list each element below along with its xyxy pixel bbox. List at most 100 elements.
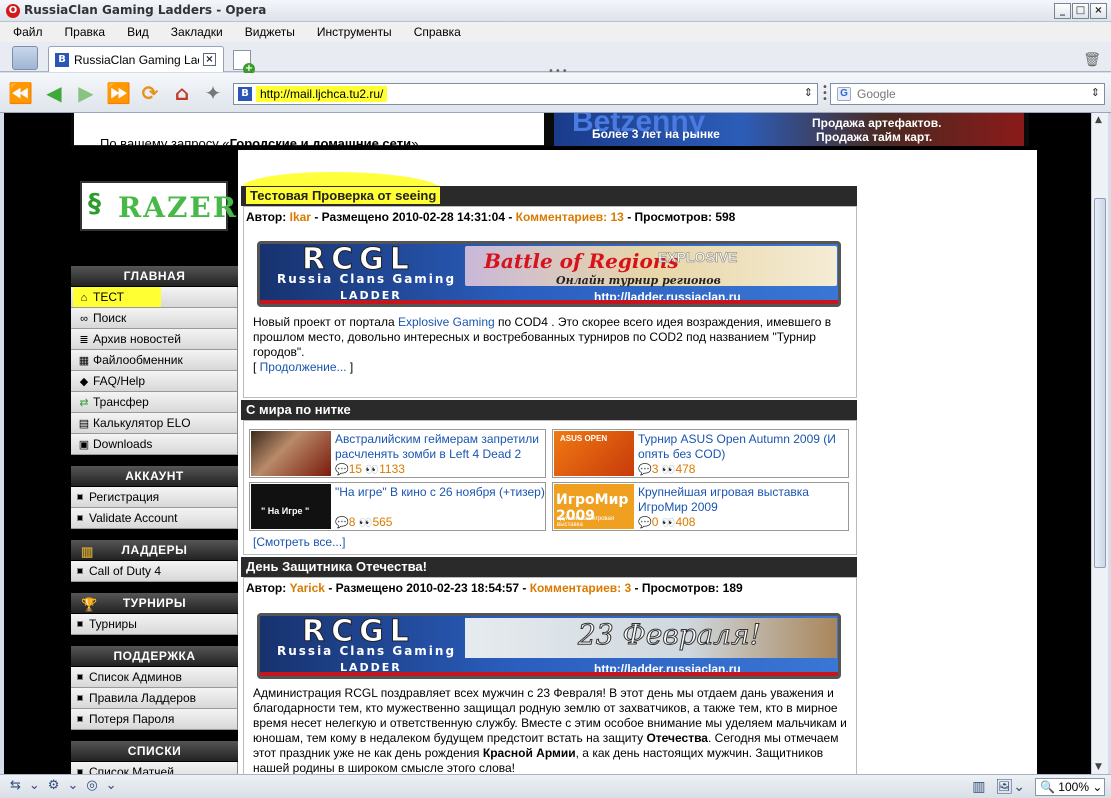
post-title[interactable]: Тестовая Проверка от seeing: [241, 186, 857, 206]
fast-forward-icon[interactable]: ⏩: [106, 81, 131, 105]
post-title-text[interactable]: Тестовая Проверка от seeing: [246, 187, 441, 204]
minimize-button[interactable]: _: [1054, 3, 1071, 19]
see-all-link[interactable]: [Смотреть все...]: [253, 535, 849, 550]
maximize-button[interactable]: □: [1072, 3, 1089, 19]
sidebar-item-tournaments[interactable]: Турниры: [71, 614, 238, 635]
sidebar-item-label: Call of Duty 4: [89, 564, 162, 578]
scroll-up-icon[interactable]: ▲: [1095, 115, 1102, 125]
post-date: - Размещено 2010-02-28 14:31:04 -: [314, 210, 513, 224]
zoom-icon: 🔍: [1040, 780, 1055, 794]
opera-logo-icon: O: [6, 4, 20, 18]
comments-link[interactable]: Комментариев: 13: [516, 210, 624, 224]
sidebar-item-downloads[interactable]: ▣ Downloads: [71, 434, 238, 455]
menu-help[interactable]: Справка: [414, 25, 461, 39]
trash-icon[interactable]: 🗑: [1083, 52, 1101, 68]
title-bar: O RussiaClan Gaming Ladders - Opera _ □ …: [0, 0, 1111, 22]
search-dropdown-icon[interactable]: ⇕: [1091, 86, 1100, 99]
ad-text-bold[interactable]: Городские и домашние сети: [230, 136, 412, 151]
sidebar-item-registration[interactable]: Регистрация: [71, 487, 238, 508]
rcgl-banner[interactable]: Battle of Regions Онлайн турнир регионов…: [257, 241, 841, 307]
page-layout-icon[interactable]: ▥: [972, 779, 985, 795]
author-link[interactable]: Ikar: [290, 210, 311, 224]
sidebar-item-search[interactable]: ∞ Поиск: [71, 308, 238, 329]
sidebar-item-match-list[interactable]: Список Матчей: [71, 762, 238, 774]
address-field[interactable]: B http://mail.ljchca.tu2.ru/ ⇕: [233, 83, 818, 105]
section-header-account: АККАУНТ: [71, 466, 238, 486]
menu-edit[interactable]: Правка: [65, 25, 106, 39]
comments-icon: 💬: [335, 464, 349, 476]
views-icon: 👀: [365, 464, 380, 476]
news-views: 565: [372, 515, 393, 529]
comments-link[interactable]: Комментариев: 3: [530, 581, 631, 595]
status-tools-icons[interactable]: ⇆⌄⚙⌄◎⌄: [10, 778, 125, 793]
scrollbar-thumb[interactable]: [1094, 198, 1106, 568]
back-icon[interactable]: ◀: [42, 81, 66, 105]
bracket: ]: [346, 360, 354, 374]
banner-ad[interactable]: Betzenny Более 3 лет на рынке Продажа ар…: [554, 113, 1024, 146]
menu-view[interactable]: Вид: [127, 25, 149, 39]
sidebar-item-transfer[interactable]: ⇄ Трансфер: [71, 392, 238, 413]
reload-icon[interactable]: ⟳: [138, 81, 162, 105]
sidebar-item-elo-calculator[interactable]: ▤ Калькулятор ELO: [71, 413, 238, 434]
image-toggle-icon[interactable]: 🖼⌄: [995, 779, 1025, 795]
thumb-label: " На Игре ": [261, 506, 310, 516]
sidebar-item-label: Турниры: [89, 617, 137, 631]
comments-icon: 💬: [638, 517, 652, 529]
news-title[interactable]: Турнир ASUS Open Autumn 2009 (И опять бе…: [638, 432, 848, 462]
trophy-icon: 🏆: [81, 597, 98, 612]
rcgl-banner[interactable]: 23 Февраля! RCGL Russia Clans Gaming LAD…: [257, 613, 841, 679]
section-title: ЛАДДЕРЫ: [121, 543, 188, 557]
news-title[interactable]: Австралийским геймерам запретили расчлен…: [335, 432, 545, 462]
new-tab-icon[interactable]: [233, 50, 255, 75]
panels-toggle-icon[interactable]: [12, 46, 38, 70]
wand-icon[interactable]: ✦: [201, 81, 225, 105]
sidebar-item-ladder-rules[interactable]: Правила Ладдеров: [71, 688, 238, 709]
views-count: - Просмотров: 189: [634, 581, 743, 595]
scroll-down-icon[interactable]: ▼: [1095, 762, 1102, 772]
banner-sub: Russia Clans Gaming: [277, 644, 457, 658]
menu-widgets[interactable]: Виджеты: [245, 25, 295, 39]
sidebar-item-cod4[interactable]: Call of Duty 4: [71, 561, 238, 582]
text-ad[interactable]: По вашему запросу «Городские и домашние …: [74, 113, 544, 151]
sidebar-item-admins[interactable]: Список Админов: [71, 667, 238, 688]
post-title[interactable]: День Защитника Отечества!: [241, 557, 857, 577]
explosive-gaming-link[interactable]: Explosive Gaming: [398, 315, 495, 329]
zoom-control[interactable]: 🔍 100% ⌄: [1035, 778, 1105, 796]
sidebar-item-archive[interactable]: ≣ Архив новостей: [71, 329, 238, 350]
razer-logo[interactable]: § RAZER: [80, 181, 236, 231]
author-label: Автор:: [246, 581, 287, 595]
home-icon[interactable]: ⌂: [170, 81, 194, 105]
tab-close-icon[interactable]: ×: [203, 53, 216, 66]
news-title[interactable]: Крупнейшая игровая выставка ИгроМир 2009: [638, 485, 848, 515]
news-item[interactable]: Австралийским геймерам запретили расчлен…: [249, 429, 546, 478]
search-field[interactable]: G Google ⇕: [830, 83, 1105, 105]
read-more-link[interactable]: Продолжение...: [260, 360, 347, 374]
sidebar-item-validate-account[interactable]: Validate Account: [71, 508, 238, 529]
address-dropdown-icon[interactable]: ⇕: [804, 86, 813, 99]
news-item[interactable]: ИгроМир 2009 крупнейшая игровая выставка …: [552, 482, 849, 531]
ad-text-prefix: По вашему запросу «: [100, 136, 230, 151]
tab-active[interactable]: B RussiaClan Gaming Ladd... ×: [48, 46, 224, 72]
google-icon[interactable]: G: [837, 87, 851, 101]
search-placeholder[interactable]: Google: [857, 87, 896, 101]
address-url[interactable]: http://mail.ljchca.tu2.ru/: [256, 86, 388, 102]
vertical-scrollbar[interactable]: ▲ ▼: [1091, 113, 1108, 774]
author-link[interactable]: Yarick: [290, 581, 325, 595]
news-item[interactable]: ASUS OPEN Турнир ASUS Open Autumn 2009 (…: [552, 429, 849, 478]
sidebar-item-lost-password[interactable]: Потеря Пароля: [71, 709, 238, 730]
sidebar-item-test[interactable]: ⌂ ТЕСТ: [71, 287, 238, 308]
news-title[interactable]: "На игре" В кино с 26 ноября (+тизер): [335, 485, 545, 500]
tab-title: RussiaClan Gaming Ladd...: [74, 52, 199, 67]
news-item[interactable]: " На Игре " "На игре" В кино с 26 ноября…: [249, 482, 546, 531]
ladder-icon: ▥: [81, 544, 94, 559]
sidebar-item-faq[interactable]: ◆ FAQ/Help: [71, 371, 238, 392]
menu-bookmarks[interactable]: Закладки: [171, 25, 223, 39]
rewind-icon[interactable]: ⏪: [8, 81, 33, 105]
menu-file[interactable]: Файл: [13, 25, 43, 39]
menu-tools[interactable]: Инструменты: [317, 25, 392, 39]
sidebar-item-files[interactable]: ▦ Файлообменник: [71, 350, 238, 371]
banner-headline: 23 Февраля!: [578, 618, 762, 652]
close-button[interactable]: ×: [1090, 3, 1107, 19]
search-grip-icon[interactable]: • • •: [822, 83, 828, 105]
forward-icon[interactable]: ▶: [74, 81, 98, 105]
